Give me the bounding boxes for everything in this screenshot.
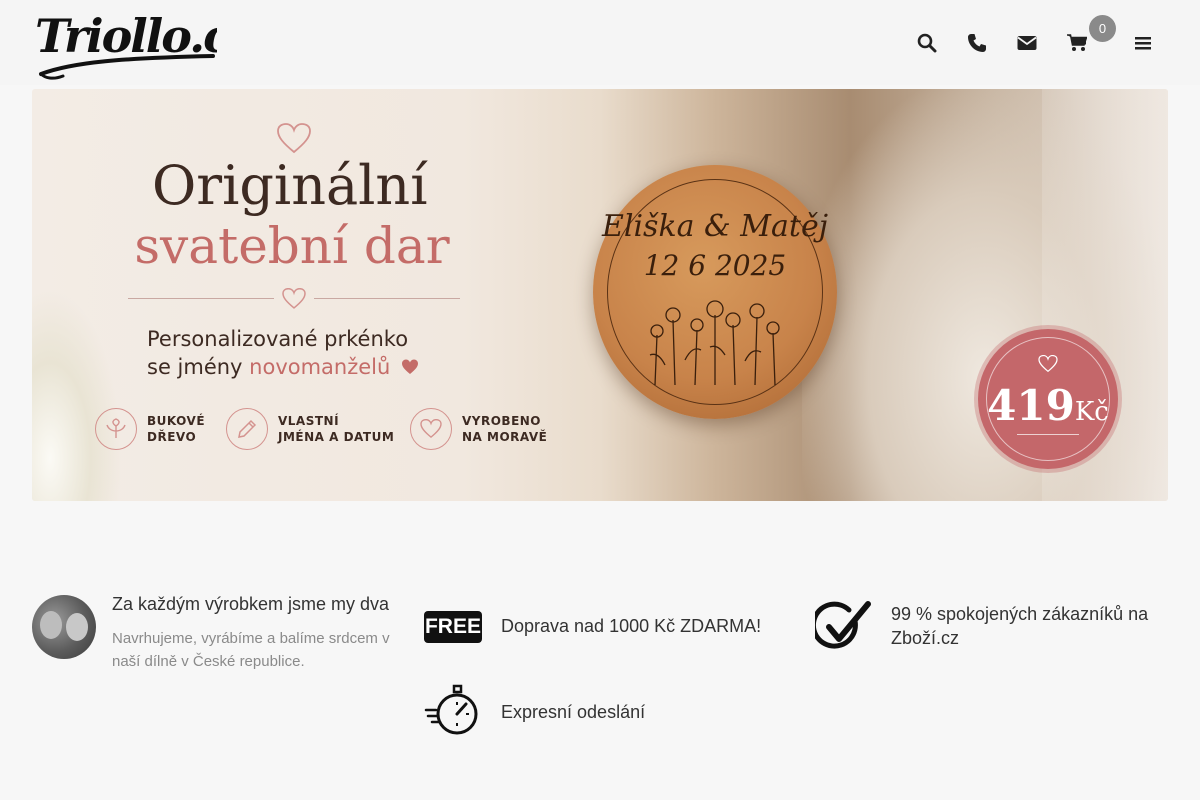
rating-text: 99 % spokojených zákazníků na Zboží.cz [891,602,1161,650]
hero-feature-wood-line2: DŘEVO [147,430,197,444]
hero-subtitle-line1: Personalizované prkénko [147,327,409,351]
heart-outline-icon [277,123,311,154]
site-header: Triollo.cz 0 [0,0,1200,85]
heart-filled-icon [402,359,419,374]
divider-right [314,298,460,299]
flowers-engraving [649,300,780,385]
hero-subtitle-prefix: se jmény [147,355,250,379]
leaf-icon [95,408,137,450]
heart-icon [410,408,452,450]
express-text: Expresní odeslání [501,702,646,722]
hero-feature-moravia-line2: NA MORAVĚ [462,430,548,444]
cart-count-badge[interactable]: 0 [1089,15,1116,42]
free-badge-icon: FREE [424,611,482,643]
board-date: 12 6 2025 [643,249,787,282]
team-desc-line1: Navrhujeme, vyrábíme a balíme srdcem v [112,630,390,647]
divider-left [128,298,274,299]
search-icon[interactable] [913,29,941,57]
cart-icon[interactable] [1063,29,1091,57]
hero-feature-wood: BUKOVÉ DŘEVO [95,408,205,450]
logo[interactable]: Triollo.cz [33,4,217,82]
price-badge-ring [986,337,1110,461]
hero-feature-names-line1: VLASTNÍ [278,414,340,428]
check-circle-icon [815,601,871,649]
team-feature: Za každým výrobkem jsme my dva Navrhujem… [112,594,402,673]
shipping-text: Doprava nad 1000 Kč ZDARMA! [501,616,762,636]
hero-banner[interactable]: Originální svatební dar Personalizované … [32,89,1168,501]
team-title: Za každým výrobkem jsme my dva [112,594,390,614]
hero-feature-names: VLASTNÍ JMÉNA A DATUM [226,408,394,450]
hero-title-line1: Originální [152,154,428,217]
menu-icon[interactable] [1129,29,1157,57]
flowers-decoration [32,289,122,501]
hero-feature-moravia: VYROBENO NA MORAVĚ [410,408,547,450]
hero-title-line2: svatební dar [134,217,450,275]
hero-feature-names-line2: JMÉNA A DATUM [278,430,395,444]
hero-subtitle-highlight: novomanželů [249,355,391,379]
hero-subtitle-line2: se jmény novomanželů [147,353,467,381]
avatar-face-1 [40,611,62,639]
stopwatch-icon [424,684,478,735]
avatar-face-2 [66,613,88,641]
avatar [32,595,96,659]
hero-feature-wood-line1: BUKOVÉ [147,414,206,428]
engraved-board: Eliška & Matěj 12 6 2025 [593,165,837,419]
rating-line2: Zboží.cz [891,628,960,648]
heart-divider-icon [282,288,306,309]
pencil-icon [226,408,268,450]
envelope-icon[interactable] [1013,29,1041,57]
hero-feature-moravia-line1: VYROBENO [462,414,542,428]
logo-graphic: Triollo.cz [35,9,217,80]
rating-line1: 99 % spokojených zákazníků na [891,604,1149,624]
team-desc-line2: naší dílně v České republice. [112,653,305,670]
board-names: Eliška & Matěj [601,209,829,244]
phone-icon[interactable] [963,29,991,57]
hero-subtitle: Personalizované prkénko se jmény novoman… [147,325,467,381]
price-badge: 419Kč [978,329,1118,469]
